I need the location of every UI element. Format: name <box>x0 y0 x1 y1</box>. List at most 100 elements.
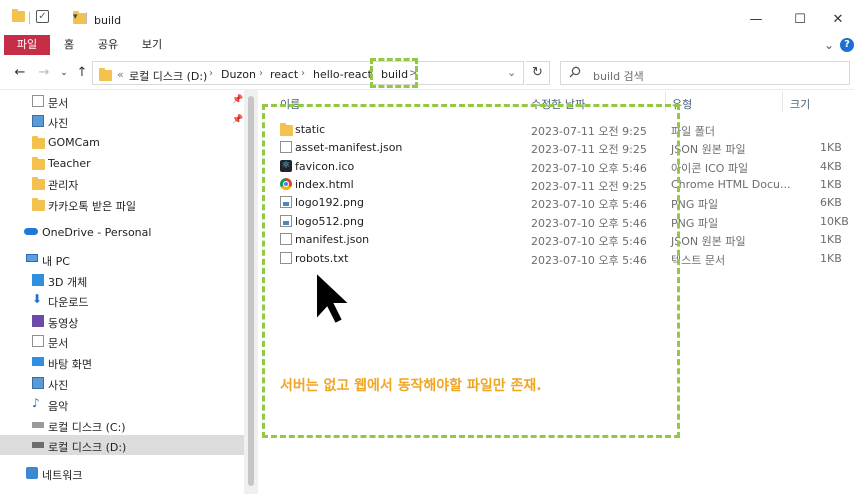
folder-icon <box>32 198 45 211</box>
3d-objects-icon <box>32 274 44 286</box>
breadcrumb-react[interactable]: react <box>270 68 298 81</box>
file-size: 1KB <box>820 141 842 154</box>
sidebar-item-label: 로컬 디스크 (D:) <box>48 441 127 454</box>
documents-icon <box>32 335 44 347</box>
sidebar-item-label: 관리자 <box>48 179 79 192</box>
sidebar-item-onedrive[interactable]: OneDrive - Personal <box>0 222 244 242</box>
sidebar-item-label: 네트워크 <box>42 469 83 482</box>
mouse-pointer-icon <box>315 270 353 326</box>
folder-icon <box>32 157 45 170</box>
sidebar-item-documents-pc[interactable]: 문서 <box>0 331 244 351</box>
downloads-icon: ⬇ <box>32 292 43 306</box>
forward-arrow-icon[interactable]: → <box>36 65 52 81</box>
breadcrumb-duzon[interactable]: Duzon <box>221 68 256 81</box>
sidebar-item-label: 로컬 디스크 (C:) <box>48 421 126 434</box>
file-size: 4KB <box>820 160 842 173</box>
sidebar-item-downloads[interactable]: ⬇ 다운로드 <box>0 290 244 310</box>
minimize-button[interactable]: — <box>744 10 768 28</box>
computer-icon <box>26 254 38 262</box>
sidebar-item-label: 사진 <box>48 117 69 130</box>
refresh-button[interactable]: ↻ <box>526 61 550 85</box>
breadcrumb-drive-d[interactable]: 로컬 디스크 (D:) <box>129 68 207 84</box>
column-header-size[interactable]: 크기 <box>790 96 810 112</box>
customize-quick-access-icon[interactable]: ▾ <box>73 12 78 26</box>
folder-icon <box>99 68 112 81</box>
properties-icon[interactable]: ✓ <box>36 10 49 23</box>
sidebar-item-kakaotalk[interactable]: 카카오톡 받은 파일 <box>0 194 244 214</box>
sidebar-item-label: Teacher <box>48 157 91 170</box>
sidebar-item-network[interactable]: 네트워크 <box>0 463 244 483</box>
ribbon-tabs: 파일 홈 공유 보기 ⌄ ? <box>0 34 854 56</box>
tab-share[interactable]: 공유 <box>94 35 122 55</box>
file-size: 1KB <box>820 233 842 246</box>
file-type: Chrome HTML Docu... <box>671 178 791 191</box>
sidebar-item-label: 문서 <box>48 337 69 350</box>
address-dropdown-chevron-icon[interactable]: ⌄ <box>507 66 516 79</box>
file-size: 1KB <box>820 252 842 265</box>
column-divider[interactable] <box>782 92 783 112</box>
divider <box>29 12 30 24</box>
search-input[interactable]: build 검색 <box>593 68 644 84</box>
sidebar-item-label: 내 PC <box>42 255 70 268</box>
breadcrumb-chevron-icon[interactable]: › <box>259 68 263 79</box>
sidebar-item-gomcam[interactable]: GOMCam <box>0 132 244 152</box>
sidebar-item-drive-c[interactable]: 로컬 디스크 (C:) <box>0 415 244 435</box>
sidebar-item-pictures-pc[interactable]: 사진 <box>0 373 244 393</box>
tab-home[interactable]: 홈 <box>58 35 80 55</box>
drive-icon <box>32 422 44 428</box>
sidebar-item-label: GOMCam <box>48 136 100 149</box>
folder-icon <box>12 9 25 22</box>
sidebar-item-this-pc[interactable]: 내 PC <box>0 249 244 269</box>
sidebar-item-label: OneDrive - Personal <box>42 226 152 239</box>
sidebar-item-label: 3D 개체 <box>48 276 88 289</box>
sidebar-item-documents[interactable]: 문서 📌 <box>0 91 244 111</box>
file-type: 아이콘 ICO 파일 <box>671 162 749 175</box>
breadcrumb-chevron-icon[interactable]: › <box>301 68 305 79</box>
pictures-icon <box>32 377 44 389</box>
sidebar-item-label: 다운로드 <box>48 296 89 309</box>
sidebar-item-desktop[interactable]: 바탕 화면 <box>0 352 244 372</box>
drive-icon <box>32 442 44 448</box>
sidebar-item-label: 음악 <box>48 400 69 413</box>
file-type: JSON 원본 파일 <box>671 143 746 156</box>
recent-locations-chevron-icon[interactable]: ⌄ <box>56 65 72 81</box>
ribbon-collapse-chevron-icon[interactable]: ⌄ <box>822 35 836 55</box>
maximize-button[interactable]: ☐ <box>788 10 812 28</box>
file-size: 10KB <box>820 215 849 228</box>
documents-icon <box>32 95 44 107</box>
sidebar-item-label: 바탕 화면 <box>48 358 92 371</box>
sidebar-item-admin[interactable]: 관리자 <box>0 173 244 193</box>
address-bar[interactable]: « 로컬 디스크 (D:) › Duzon › react › hello-re… <box>92 61 524 85</box>
tab-view[interactable]: 보기 <box>138 35 166 55</box>
file-size: 1KB <box>820 178 842 191</box>
videos-icon <box>32 315 44 327</box>
music-icon: ♪ <box>32 396 40 410</box>
up-arrow-icon[interactable]: ↑ <box>74 65 90 81</box>
tab-file[interactable]: 파일 <box>4 35 50 55</box>
sidebar-item-pictures[interactable]: 사진 📌 <box>0 111 244 131</box>
back-arrow-icon[interactable]: ← <box>12 65 28 81</box>
breadcrumb-hello-react[interactable]: hello-react <box>313 68 372 81</box>
sidebar-scrollbar[interactable] <box>244 90 258 494</box>
breadcrumb-chevron-icon[interactable]: › <box>209 68 213 79</box>
navigation-pane: 문서 📌 사진 📌 GOMCam Teacher 관리자 카카오톡 받은 파일 … <box>0 90 250 494</box>
sidebar-item-label: 동영상 <box>48 317 79 330</box>
folder-icon <box>32 177 45 190</box>
file-type: JSON 원본 파일 <box>671 235 746 248</box>
sidebar-item-label: 문서 <box>48 97 69 110</box>
sidebar-item-label: 사진 <box>48 379 69 392</box>
breadcrumb-overflow[interactable]: « <box>117 68 124 81</box>
sidebar-item-3d-objects[interactable]: 3D 개체 <box>0 270 244 290</box>
title-bar: ✓ ▾ build — ☐ ✕ <box>0 0 854 34</box>
sidebar-item-teacher[interactable]: Teacher <box>0 153 244 173</box>
pin-icon[interactable]: 📌 <box>232 115 243 125</box>
folder-icon <box>32 136 45 149</box>
sidebar-item-drive-d[interactable]: 로컬 디스크 (D:) <box>0 435 244 455</box>
sidebar-item-videos[interactable]: 동영상 <box>0 311 244 331</box>
pin-icon[interactable]: 📌 <box>232 95 243 105</box>
file-size: 6KB <box>820 196 842 209</box>
close-button[interactable]: ✕ <box>826 10 850 28</box>
search-box[interactable]: build 검색 <box>560 61 850 85</box>
help-icon[interactable]: ? <box>840 38 854 52</box>
sidebar-item-music[interactable]: ♪ 음악 <box>0 394 244 414</box>
